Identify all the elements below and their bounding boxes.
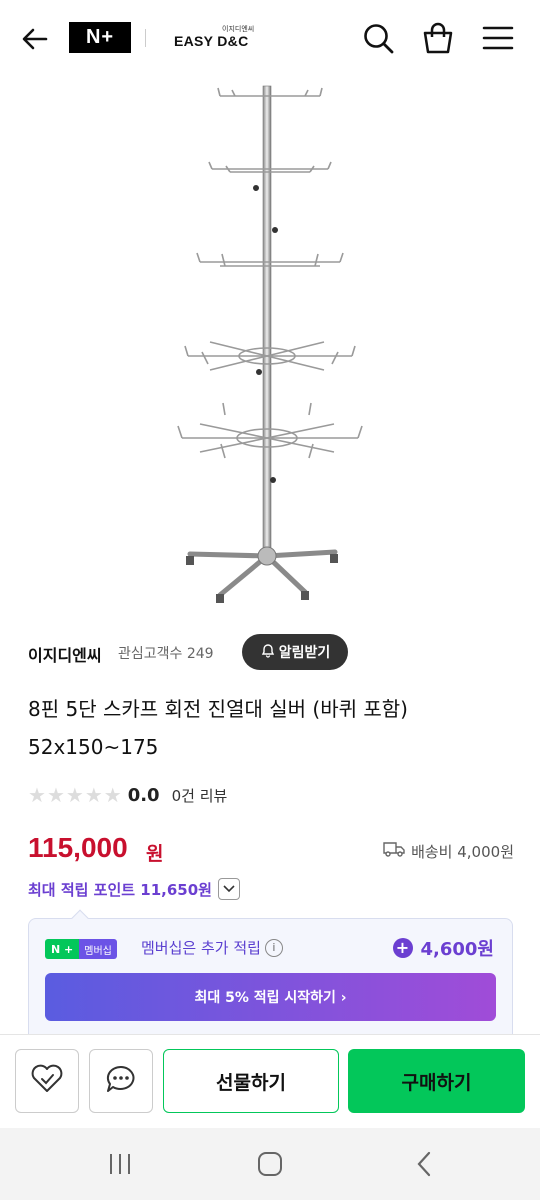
back-arrow-icon[interactable] — [18, 22, 52, 56]
alarm-subscribe-label: 알림받기 — [278, 645, 331, 661]
seller-fans-count: 관심고객수 249 — [118, 646, 214, 662]
search-icon[interactable] — [360, 20, 396, 56]
membership-points: + 4,600원 — [392, 935, 495, 961]
shopping-bag-icon[interactable] — [420, 20, 456, 56]
bell-plus-icon — [260, 642, 276, 662]
seller-row: 이지디엔씨 관심고객수 249 알림받기 — [28, 634, 528, 670]
wishlist-button[interactable] — [15, 1049, 79, 1113]
star-icon: ★ — [103, 783, 122, 807]
naver-plus-badge: N + — [45, 939, 80, 959]
box-notch — [71, 909, 89, 927]
membership-text[interactable]: 멤버십은 추가 적립 i — [141, 937, 283, 958]
brand-name: EASY D&C — [174, 33, 249, 49]
rating-stars: ★ ★ ★ ★ ★ — [28, 785, 122, 805]
star-icon: ★ — [84, 783, 103, 807]
price-row: 115,000 원 배송비 4,000원 — [28, 832, 518, 868]
system-navigation-bar — [0, 1128, 540, 1200]
alarm-subscribe-button[interactable]: 알림받기 — [242, 634, 348, 670]
buy-button[interactable]: 구매하기 — [348, 1049, 525, 1113]
membership-start-button[interactable]: 최대 5% 적립 시작하기 › — [45, 973, 496, 1021]
truck-icon — [383, 840, 405, 862]
star-icon: ★ — [28, 783, 46, 807]
membership-points-value: 4,600원 — [420, 939, 495, 960]
points-row[interactable]: 최대 적립 포인트 11,650원 — [28, 876, 240, 902]
system-back-icon[interactable] — [404, 1148, 444, 1180]
membership-badge-label: 멤버십 — [79, 939, 117, 959]
menu-icon[interactable] — [480, 20, 516, 56]
shipping-fee: 배송비 4,000원 — [383, 840, 514, 862]
home-icon[interactable] — [250, 1148, 290, 1180]
price-unit: 원 — [146, 843, 164, 865]
recent-apps-icon[interactable] — [100, 1148, 140, 1180]
review-count[interactable]: 0건 리뷰 — [172, 785, 228, 806]
seller-name[interactable]: 이지디엔씨 — [28, 642, 102, 666]
talk-button[interactable] — [89, 1049, 153, 1113]
membership-text-label: 멤버십은 추가 적립 — [141, 939, 261, 957]
info-icon[interactable]: i — [264, 938, 283, 957]
plus-circle-icon: + — [392, 938, 413, 958]
product-title: 8핀 5단 스카프 회전 진열대 실버 (바퀴 포함) 52x150~175 — [28, 697, 408, 759]
rating-value: 0.0 — [127, 784, 160, 806]
product-image[interactable] — [170, 80, 370, 610]
star-icon: ★ — [65, 783, 84, 807]
membership-badge: N + 멤버십 — [45, 939, 117, 959]
shipping-fee-text: 배송비 4,000원 — [411, 842, 514, 861]
chevron-down-icon[interactable] — [217, 878, 240, 900]
top-header: N+ 이지디엔씨 EASY D&C — [0, 0, 540, 76]
gift-button[interactable]: 선물하기 — [163, 1049, 339, 1113]
star-icon: ★ — [46, 783, 65, 807]
membership-box: N + 멤버십 멤버십은 추가 적립 i + 4,600원 최대 5% 적립 시… — [28, 909, 513, 1034]
price-value: 115,000 — [28, 832, 128, 863]
max-points-text: 최대 적립 포인트 11,650원 — [28, 880, 212, 899]
brand-logo[interactable]: 이지디엔씨 EASY D&C — [174, 24, 264, 54]
rating-row[interactable]: ★ ★ ★ ★ ★ 0.0 0건 리뷰 — [28, 782, 227, 808]
bottom-action-bar: 선물하기 구매하기 — [0, 1034, 540, 1128]
chat-bubble-icon — [104, 1063, 138, 1099]
header-divider — [145, 29, 146, 47]
naver-plus-logo[interactable]: N+ — [69, 22, 131, 53]
heart-check-icon — [29, 1063, 65, 1099]
